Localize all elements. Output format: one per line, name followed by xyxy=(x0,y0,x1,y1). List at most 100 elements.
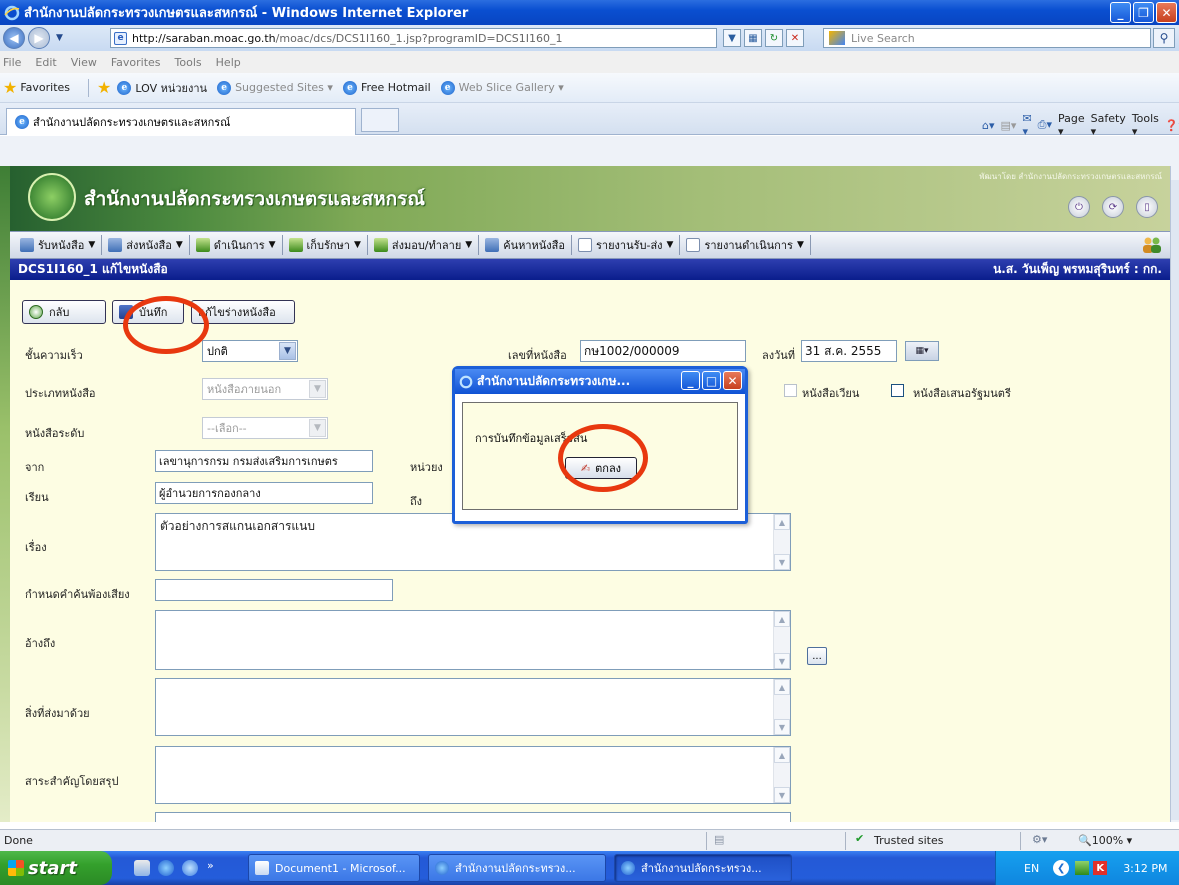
page-scrollbar[interactable] xyxy=(1170,166,1179,822)
help-icon[interactable]: ❓▾ xyxy=(1165,119,1179,132)
mail-icon[interactable]: ✉▾ xyxy=(1022,112,1031,138)
page-menu[interactable]: Page ▾ xyxy=(1058,112,1085,138)
menu-file[interactable]: File xyxy=(3,56,21,69)
scroll-down-icon[interactable]: ▼ xyxy=(774,719,790,735)
refresh-icon[interactable]: ↻ xyxy=(765,29,783,47)
screen-title: DCS1I160_1 แก้ไขหนังสือ xyxy=(18,262,168,276)
forward-nav-button[interactable]: ▶ xyxy=(28,27,50,49)
app-menu-archive[interactable]: เก็บรักษา ▼ xyxy=(283,235,368,255)
scrollbar-thumb[interactable] xyxy=(1171,180,1179,820)
security-zone[interactable]: Trusted sites xyxy=(874,834,944,847)
fav-link-hotmail[interactable]: e Free Hotmail xyxy=(342,80,431,95)
url-input[interactable]: e http://saraban.moac.go.th/moac/dcs/DCS… xyxy=(110,28,717,48)
task-word[interactable]: Document1 - Microsof... xyxy=(248,854,420,882)
textarea-scrollbar[interactable]: ▲ ▼ xyxy=(773,514,790,570)
safety-menu[interactable]: Safety ▾ xyxy=(1091,112,1126,138)
home-icon[interactable]: ⌂▾ xyxy=(982,119,995,132)
quicklaunch-desktop-icon[interactable] xyxy=(134,860,150,876)
menu-view[interactable]: View xyxy=(71,56,97,69)
search-input[interactable]: Live Search xyxy=(823,28,1151,48)
fav-link-webslice[interactable]: e Web Slice Gallery ▾ xyxy=(440,80,564,95)
print-icon[interactable]: ⎙▾ xyxy=(1038,118,1052,132)
app-menu-transfer[interactable]: ส่งมอบ/ทำลาย ▼ xyxy=(368,235,480,255)
antivirus-icon[interactable]: K xyxy=(1093,861,1108,875)
ie-logo-icon xyxy=(459,375,473,388)
new-tab-button[interactable] xyxy=(361,108,399,132)
menu-favorites[interactable]: Favorites xyxy=(111,56,161,69)
fav-link-suggested[interactable]: e Suggested Sites ▾ xyxy=(217,80,333,95)
textarea-scrollbar[interactable]: ▲ ▼ xyxy=(773,747,790,803)
reference-lookup-button[interactable]: ... xyxy=(807,647,827,665)
speed-select[interactable]: ปกติ ▼ xyxy=(202,340,298,362)
summary-textarea[interactable]: ▲ ▼ xyxy=(155,746,791,804)
dialog-minimize-button[interactable]: _ xyxy=(681,371,700,390)
task-ie-1[interactable]: สำนักงานปลัดกระทรวง... xyxy=(428,854,606,882)
dialog-close-button[interactable]: ✕ xyxy=(723,371,742,390)
tray-expand-icon[interactable]: ❮ xyxy=(1053,860,1070,876)
scroll-up-icon[interactable]: ▲ xyxy=(774,514,790,530)
textarea-scrollbar[interactable]: ▲ ▼ xyxy=(773,679,790,735)
dialog-maximize-button[interactable]: □ xyxy=(702,371,721,390)
quicklaunch-more-icon[interactable]: » xyxy=(207,859,214,872)
from-field[interactable]: เลขานุการกรม กรมส่งเสริมการเกษตร xyxy=(155,450,373,472)
doc-number-field[interactable]: กษ1002/000009 xyxy=(580,340,746,362)
calendar-icon[interactable]: ▦▾ xyxy=(905,341,939,361)
app-menu-report-rs[interactable]: รายงานรับ-ส่ง ▼ xyxy=(572,235,681,255)
menu-tools[interactable]: Tools xyxy=(175,56,202,69)
app-menu-report-op[interactable]: รายงานดำเนินการ ▼ xyxy=(680,235,811,255)
to-field[interactable]: ผู้อำนวยการกองกลาง xyxy=(155,482,373,504)
reference-textarea[interactable]: ▲ ▼ xyxy=(155,610,791,670)
tools-menu[interactable]: Tools ▾ xyxy=(1132,112,1159,138)
app-menu-receive[interactable]: รับหนังสือ ▼ xyxy=(14,235,103,255)
cabinet-checkbox[interactable] xyxy=(891,384,904,397)
scroll-up-icon[interactable]: ▲ xyxy=(774,679,790,695)
logout-icon[interactable]: ⏻ xyxy=(1068,196,1090,218)
scroll-down-icon[interactable]: ▼ xyxy=(774,554,790,570)
search-icon[interactable]: ⚲ xyxy=(1153,28,1175,48)
app-menu-search[interactable]: ค้นหาหนังสือ xyxy=(479,235,572,255)
compatibility-view-icon[interactable]: ▦ xyxy=(744,29,762,47)
protected-mode-icon[interactable]: ⚙▾ xyxy=(1032,833,1047,846)
menu-help[interactable]: Help xyxy=(216,56,241,69)
add-favorite-icon[interactable]: ★ xyxy=(97,78,111,97)
menu-edit[interactable]: Edit xyxy=(35,56,56,69)
minimize-button[interactable]: _ xyxy=(1110,2,1131,23)
stop-icon[interactable]: ✕ xyxy=(786,29,804,47)
close-window-button[interactable]: ✕ xyxy=(1156,2,1177,23)
zoom-level[interactable]: 🔍100% ▾ xyxy=(1078,834,1132,847)
keyword-field[interactable] xyxy=(155,579,393,601)
app-menu-send[interactable]: ส่งหนังสือ ▼ xyxy=(102,235,190,255)
url-path: /moac/dcs/DCS1I160_1.jsp?programID=DCS1I… xyxy=(275,31,563,45)
window-titlebar: สำนักงานปลัดกระทรวงเกษตรและสหกรณ์ - Wind… xyxy=(0,0,1179,25)
exit-door-icon[interactable]: ▯ xyxy=(1136,196,1158,218)
back-button[interactable]: กลับ xyxy=(22,300,106,324)
back-nav-button[interactable]: ◀ xyxy=(3,27,25,49)
language-indicator[interactable]: EN xyxy=(1024,862,1039,875)
app-menu-process[interactable]: ดำเนินการ ▼ xyxy=(190,235,283,255)
favorites-button[interactable]: ★ Favorites xyxy=(3,78,70,97)
quicklaunch-ie2-icon[interactable] xyxy=(182,860,198,876)
scroll-up-icon[interactable]: ▲ xyxy=(774,611,790,627)
recent-pages-dropdown-icon[interactable]: ▼ xyxy=(56,33,63,43)
scroll-down-icon[interactable]: ▼ xyxy=(774,787,790,803)
date-field[interactable]: 31 ส.ค. 2555 xyxy=(801,340,897,362)
current-user: น.ส. วันเพ็ญ พรหมสุรินทร์ : กก. xyxy=(993,262,1162,276)
refresh-page-icon[interactable]: ⟳ xyxy=(1102,196,1124,218)
task-ie-2[interactable]: สำนักงานปลัดกระทรวง... xyxy=(614,854,792,882)
start-button[interactable]: start xyxy=(0,851,112,885)
textarea-scrollbar[interactable]: ▲ ▼ xyxy=(773,611,790,669)
scroll-down-icon[interactable]: ▼ xyxy=(774,653,790,669)
feeds-icon[interactable]: ▤▾ xyxy=(1001,119,1017,132)
quicklaunch-ie-icon[interactable] xyxy=(158,860,174,876)
address-dropdown-button[interactable]: ▼ xyxy=(723,29,741,47)
network-icon[interactable] xyxy=(1075,861,1090,875)
users-icon[interactable] xyxy=(1142,236,1162,254)
attachments-textarea[interactable]: ▲ ▼ xyxy=(155,678,791,736)
tab-current[interactable]: e สำนักงานปลัดกระทรวงเกษตรและสหกรณ์ xyxy=(6,108,356,135)
scroll-up-icon[interactable]: ▲ xyxy=(774,747,790,763)
from-label: จาก xyxy=(25,461,45,474)
fav-link-lov[interactable]: e LOV หน่วยงาน xyxy=(117,79,207,97)
restore-button[interactable]: ❐ xyxy=(1133,2,1154,23)
doc-level-label: หนังสือระดับ xyxy=(25,427,85,440)
extra-textarea[interactable] xyxy=(155,812,791,822)
